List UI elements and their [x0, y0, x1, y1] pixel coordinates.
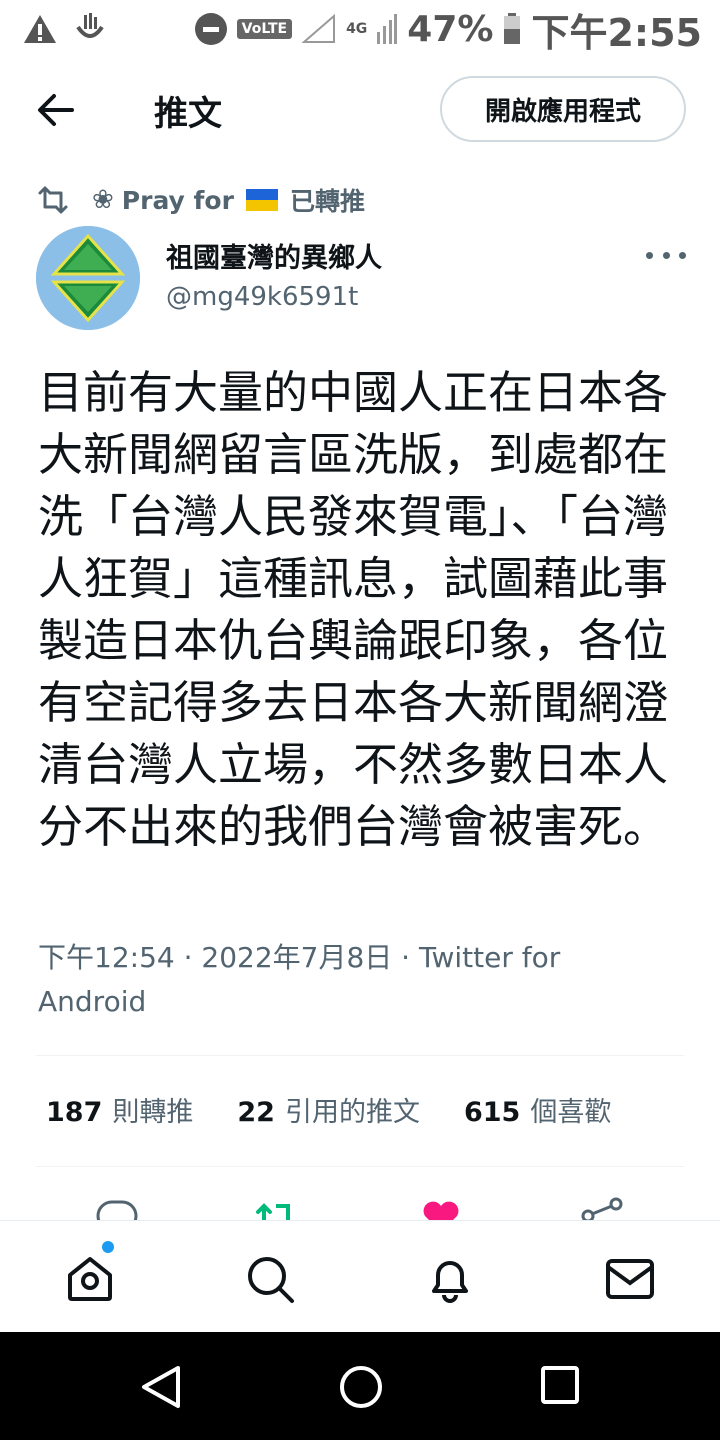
timestamp-line: 下午12:54 · 2022年7月8日 · Twitter for — [38, 941, 561, 974]
signal-bars-icon — [377, 14, 398, 44]
messages-icon[interactable] — [604, 1253, 656, 1305]
tweet-stats: 187 則轉推 22 引用的推文 615 個喜歡 — [46, 1090, 655, 1129]
tweet-actions — [0, 1196, 720, 1222]
signal-icon — [302, 14, 336, 43]
author-handle[interactable]: @mg49k6591t — [166, 282, 358, 312]
clock: 下午2:55 — [531, 10, 702, 55]
author-name[interactable]: 祖國臺灣的異鄉人 — [166, 236, 382, 275]
retweeter-name: Pray for — [121, 185, 234, 215]
battery-percent: 47% — [407, 8, 494, 50]
volte-badge: VoLTE — [236, 19, 293, 39]
warning-icon — [24, 15, 56, 43]
avatar-image — [36, 226, 140, 330]
divider — [36, 1166, 684, 1167]
like-icon[interactable] — [420, 1196, 462, 1222]
search-icon[interactable] — [244, 1253, 296, 1305]
network-type: 4G — [346, 21, 368, 37]
status-bar: VoLTE 4G 47% 下午2:55 — [0, 0, 720, 58]
tweet-timestamp: 下午12:54 · 2022年7月8日 · Twitter for Androi… — [38, 936, 638, 1024]
system-home-icon[interactable] — [338, 1364, 384, 1410]
retweet-label: 已轉推 — [289, 187, 365, 216]
divider — [36, 1055, 684, 1056]
more-options-icon[interactable] — [646, 240, 686, 270]
system-recents-icon[interactable] — [540, 1364, 580, 1406]
accessibility-icon — [76, 13, 104, 38]
avatar[interactable] — [36, 226, 140, 330]
system-navigation-bar — [0, 1332, 720, 1440]
battery-icon — [504, 13, 521, 44]
home-icon[interactable] — [64, 1253, 116, 1305]
retweeted-by[interactable]: ❀ Pray for 已轉推 — [36, 182, 365, 218]
source-app: Android — [38, 985, 147, 1018]
ukraine-flag-icon — [245, 189, 278, 211]
tweet-text: 目前有大量的中國人正在日本各大新聞網留言區洗版，到處都在洗「台灣人民發來賀電」、… — [38, 366, 669, 853]
system-back-icon[interactable] — [140, 1364, 182, 1410]
like-count[interactable]: 615 個喜歡 — [464, 1090, 611, 1129]
bottom-navigation — [0, 1220, 720, 1332]
reply-icon[interactable] — [96, 1196, 138, 1222]
flower-icon: ❀ — [92, 185, 114, 215]
retweet-count[interactable]: 187 則轉推 — [46, 1090, 193, 1129]
retweet-icon — [38, 186, 68, 214]
retweet-action-icon[interactable] — [254, 1196, 298, 1222]
notifications-icon[interactable] — [424, 1253, 476, 1305]
open-app-button[interactable]: 開啟應用程式 — [440, 76, 686, 142]
back-arrow-icon[interactable] — [34, 90, 78, 130]
page-title: 推文 — [154, 94, 222, 134]
top-app-bar: 推文 開啟應用程式 — [0, 72, 720, 148]
do-not-disturb-icon — [194, 13, 227, 45]
share-icon[interactable] — [580, 1196, 624, 1222]
quote-count[interactable]: 22 引用的推文 — [237, 1090, 420, 1129]
notification-dot — [102, 1241, 114, 1253]
